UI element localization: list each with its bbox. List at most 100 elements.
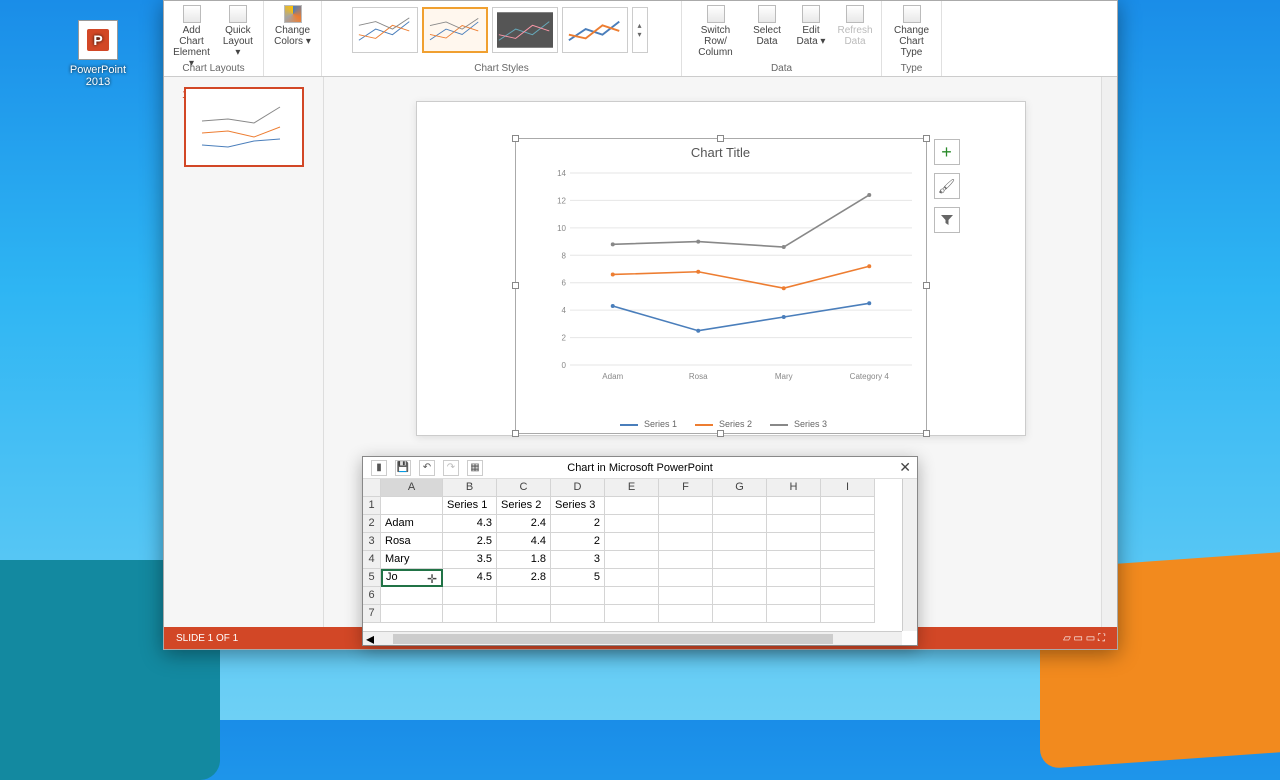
cell[interactable] (605, 569, 659, 587)
cell[interactable] (713, 551, 767, 569)
cell[interactable] (767, 533, 821, 551)
cell[interactable] (821, 551, 875, 569)
column-header[interactable]: I (821, 479, 875, 497)
change-colors-button[interactable]: Change Colors ▾ (270, 3, 315, 49)
cell[interactable] (659, 587, 713, 605)
cell[interactable] (443, 587, 497, 605)
cell[interactable] (821, 569, 875, 587)
status-right-controls[interactable]: ▱ ▭ ▭ ⛶ (1063, 633, 1105, 644)
chart-styles-button[interactable]: 🖌 (934, 173, 960, 199)
cell[interactable]: 4.5 (443, 569, 497, 587)
chart-title[interactable]: Chart Title (516, 139, 926, 166)
cell[interactable] (443, 605, 497, 623)
cell[interactable] (605, 587, 659, 605)
chart-legend[interactable]: Series 1Series 2Series 3 (516, 419, 926, 429)
style-thumb[interactable] (562, 7, 628, 53)
cell[interactable]: 2 (551, 533, 605, 551)
save-icon[interactable]: 💾 (395, 460, 411, 476)
column-header[interactable]: G (713, 479, 767, 497)
row-header[interactable]: 2 (363, 515, 381, 533)
row-header[interactable]: 7 (363, 605, 381, 623)
row-header[interactable]: 3 (363, 533, 381, 551)
cell[interactable] (713, 605, 767, 623)
options-icon[interactable]: ▦ (467, 460, 483, 476)
cell[interactable]: 3.5 (443, 551, 497, 569)
cell[interactable] (713, 497, 767, 515)
quick-layout-button[interactable]: Quick Layout ▾ (218, 3, 258, 60)
cell[interactable] (551, 605, 605, 623)
cell[interactable]: 2.5 (443, 533, 497, 551)
chart-filters-button[interactable] (934, 207, 960, 233)
redo-icon[interactable]: ↷ (443, 460, 459, 476)
column-header[interactable]: D (551, 479, 605, 497)
column-header[interactable]: C (497, 479, 551, 497)
row-header[interactable]: 4 (363, 551, 381, 569)
cell[interactable] (713, 569, 767, 587)
cell[interactable]: Series 3 (551, 497, 605, 515)
spreadsheet-grid[interactable]: ABCDEFGHI1Series 1Series 2Series 32Adam4… (363, 479, 917, 623)
cell[interactable] (767, 497, 821, 515)
cell[interactable]: Series 2 (497, 497, 551, 515)
cell-editing[interactable]: Jo✛ (381, 569, 443, 587)
cell[interactable] (381, 497, 443, 515)
column-header[interactable]: H (767, 479, 821, 497)
column-header[interactable]: F (659, 479, 713, 497)
cell[interactable] (605, 497, 659, 515)
cell[interactable]: Rosa (381, 533, 443, 551)
cell[interactable] (821, 533, 875, 551)
cell[interactable] (659, 551, 713, 569)
cell[interactable] (659, 497, 713, 515)
cell[interactable] (767, 569, 821, 587)
switch-row-column-button[interactable]: Switch Row/ Column (688, 3, 743, 60)
cell[interactable] (605, 515, 659, 533)
cell[interactable] (767, 605, 821, 623)
cell[interactable] (713, 533, 767, 551)
cell[interactable] (497, 587, 551, 605)
column-header[interactable]: E (605, 479, 659, 497)
data-horizontal-scrollbar[interactable]: ◂ (363, 631, 902, 645)
cell[interactable]: Adam (381, 515, 443, 533)
cell[interactable] (821, 515, 875, 533)
cell[interactable] (713, 515, 767, 533)
cell[interactable] (551, 587, 605, 605)
cell[interactable]: 4.3 (443, 515, 497, 533)
column-header[interactable]: B (443, 479, 497, 497)
cell[interactable] (381, 587, 443, 605)
select-data-button[interactable]: Select Data (747, 3, 787, 49)
cell[interactable] (821, 605, 875, 623)
cell[interactable]: Mary (381, 551, 443, 569)
data-window-titlebar[interactable]: ▮ 💾 ↶ ↷ ▦ Chart in Microsoft PowerPoint … (363, 457, 917, 479)
add-chart-element-button[interactable]: Add Chart Element ▾ (169, 3, 214, 71)
cell[interactable] (767, 587, 821, 605)
cell[interactable]: Series 1 (443, 497, 497, 515)
cell[interactable] (659, 605, 713, 623)
cell[interactable]: 4.4 (497, 533, 551, 551)
cell[interactable]: 5 (551, 569, 605, 587)
cell[interactable] (381, 605, 443, 623)
row-header[interactable]: 6 (363, 587, 381, 605)
chart-plot-area[interactable]: 02468101214AdamRosaMaryCategory 4 (546, 165, 916, 393)
cell[interactable] (767, 551, 821, 569)
cell[interactable] (659, 533, 713, 551)
row-header[interactable]: 5 (363, 569, 381, 587)
cell[interactable] (767, 515, 821, 533)
style-thumb[interactable] (492, 7, 558, 53)
chart-elements-button[interactable]: + (934, 139, 960, 165)
cell[interactable] (497, 605, 551, 623)
cell[interactable]: 2.4 (497, 515, 551, 533)
cell[interactable]: 2 (551, 515, 605, 533)
cell[interactable] (821, 587, 875, 605)
undo-icon[interactable]: ↶ (419, 460, 435, 476)
cell[interactable]: 2.8 (497, 569, 551, 587)
data-vertical-scrollbar[interactable] (902, 479, 917, 631)
chart-object[interactable]: Chart Title 02468101214AdamRosaMaryCateg… (515, 138, 927, 434)
chart-style-gallery[interactable]: ▴▾ (352, 7, 652, 53)
cell[interactable]: 1.8 (497, 551, 551, 569)
style-thumb[interactable] (352, 7, 418, 53)
chart-data-window[interactable]: ▮ 💾 ↶ ↷ ▦ Chart in Microsoft PowerPoint … (362, 456, 918, 646)
style-thumb-selected[interactable] (422, 7, 488, 53)
change-chart-type-button[interactable]: Change Chart Type (888, 3, 935, 60)
slide-canvas[interactable]: Chart Title 02468101214AdamRosaMaryCateg… (416, 101, 1026, 436)
desktop-shortcut-powerpoint[interactable]: P PowerPoint 2013 (68, 20, 128, 88)
edit-data-button[interactable]: Edit Data ▾ (791, 3, 831, 49)
